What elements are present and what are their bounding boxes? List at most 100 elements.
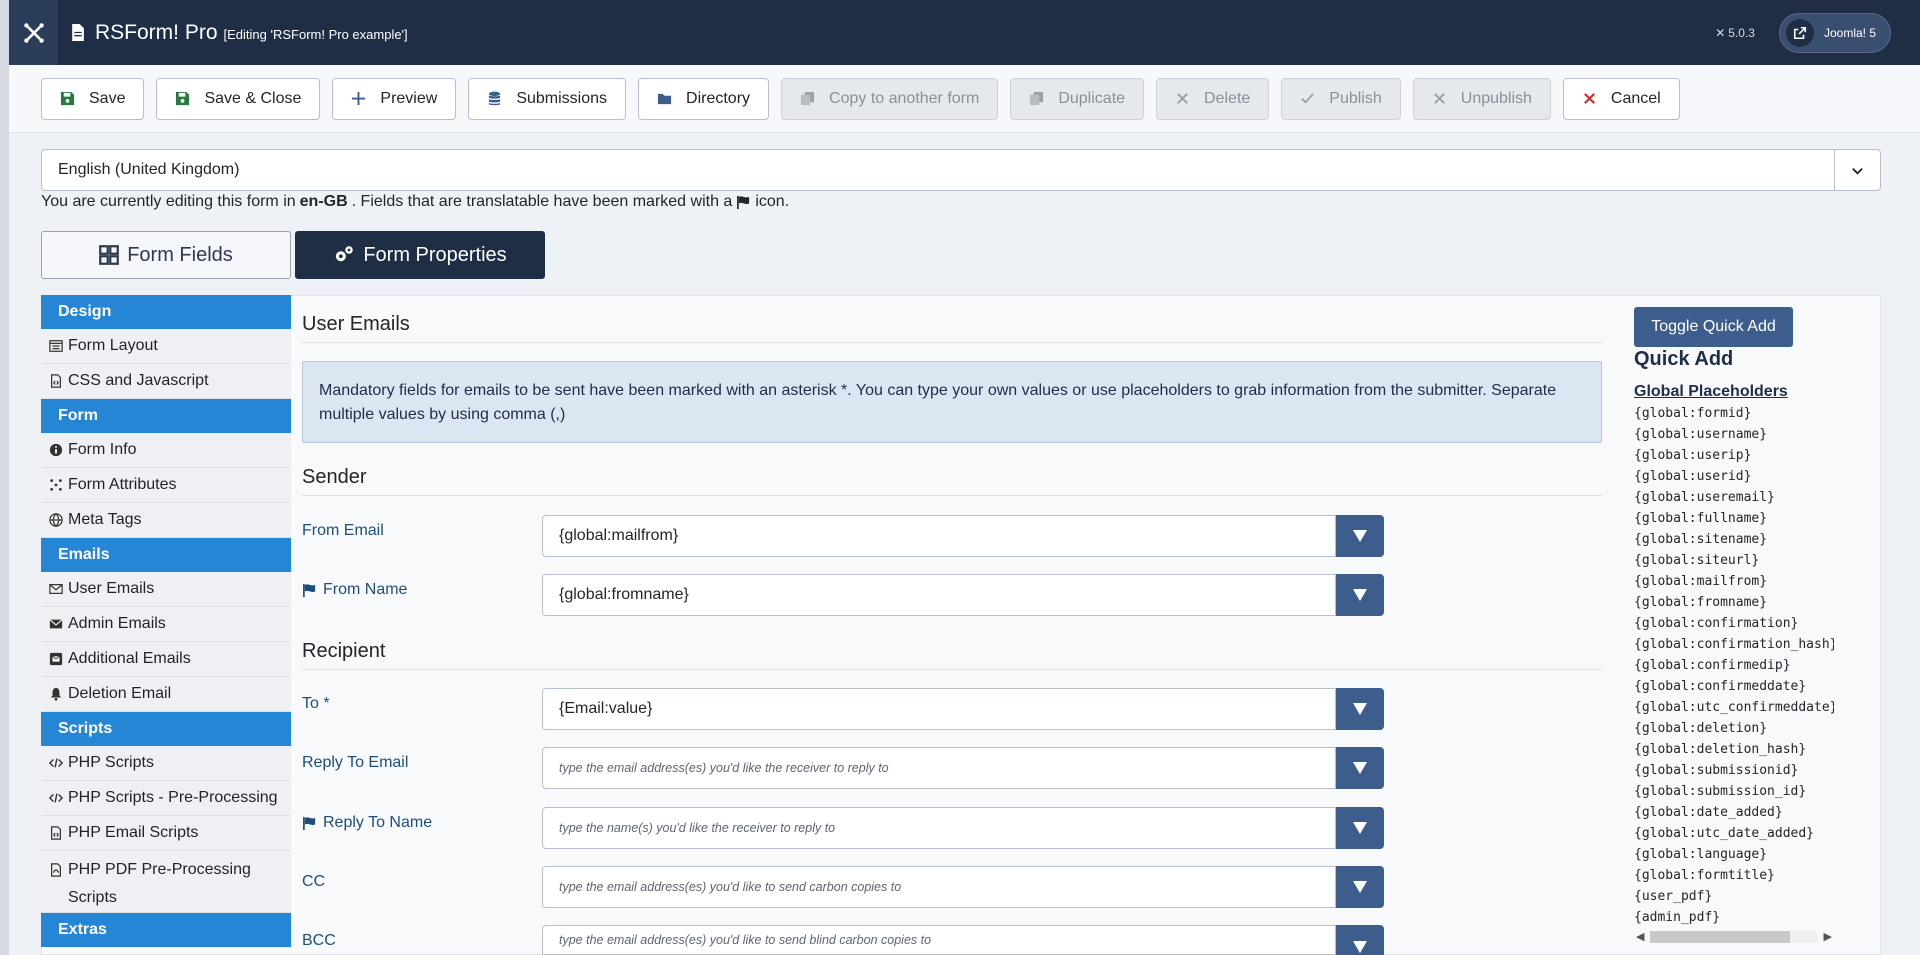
- flag-icon: [737, 195, 750, 209]
- placeholder-item[interactable]: {global:username}: [1634, 424, 1834, 445]
- from-email-placeholder-dropdown[interactable]: [1336, 515, 1384, 557]
- placeholder-item[interactable]: {global:userip}: [1634, 445, 1834, 466]
- sidebar-item-meta-tags[interactable]: Meta Tags: [41, 503, 291, 538]
- placeholder-item[interactable]: {global:userid}: [1634, 466, 1834, 487]
- section-sender: Sender: [302, 466, 367, 488]
- scroll-right-icon[interactable]: ▶: [1824, 930, 1832, 943]
- copy-form-button[interactable]: Copy to another form: [781, 77, 999, 120]
- from-email-label: From Email: [302, 522, 384, 539]
- joomla-logo-icon[interactable]: [9, 0, 58, 65]
- placeholder-list-scrollbar[interactable]: ◀ ▶: [1634, 928, 1834, 946]
- placeholder-item[interactable]: {global:sitename}: [1634, 529, 1834, 550]
- flag-icon: [303, 583, 316, 597]
- placeholder-item[interactable]: {global:submissionid}: [1634, 760, 1834, 781]
- placeholder-item[interactable]: {global:fromname}: [1634, 592, 1834, 613]
- sidebar-item-user-emails[interactable]: User Emails: [41, 572, 291, 607]
- global-placeholders-heading[interactable]: Global Placeholders: [1634, 383, 1788, 401]
- placeholder-item[interactable]: {global:utc_confirmeddate}: [1634, 697, 1834, 718]
- sidebar-item-form-info[interactable]: Form Info: [41, 433, 291, 468]
- placeholder-list: {global:formid} {global:username} {global:…: [1634, 403, 1834, 928]
- external-link-icon: [1785, 18, 1814, 47]
- envelope-square-icon: [49, 652, 63, 666]
- placeholder-item[interactable]: {global:deletion_hash}: [1634, 739, 1834, 760]
- publish-button[interactable]: Publish: [1281, 77, 1401, 120]
- to-placeholder-dropdown[interactable]: [1336, 688, 1384, 730]
- cogs-icon: [336, 246, 354, 262]
- divider: [302, 669, 1602, 670]
- to-input[interactable]: {Email:value}: [542, 688, 1336, 730]
- sidebar-group-extras: Extras: [41, 913, 291, 947]
- placeholder-item[interactable]: {global:siteurl}: [1634, 550, 1834, 571]
- language-select[interactable]: English (United Kingdom): [41, 149, 1881, 191]
- scroll-left-icon[interactable]: ◀: [1636, 930, 1644, 943]
- from-name-placeholder-dropdown[interactable]: [1336, 574, 1384, 616]
- placeholder-item[interactable]: {global:confirmedip}: [1634, 655, 1834, 676]
- from-name-input[interactable]: {global:fromname}: [542, 574, 1336, 616]
- page-title: User Emails: [302, 313, 410, 335]
- sidebar-item-php-pdf[interactable]: PHP PDF Pre-Processing Scripts: [41, 851, 291, 913]
- placeholder-item[interactable]: {user_pdf}: [1634, 886, 1834, 907]
- sidebar-item-php-scripts[interactable]: PHP Scripts: [41, 746, 291, 781]
- placeholder-item[interactable]: {global:useremail}: [1634, 487, 1834, 508]
- sidebar-item-css-js[interactable]: CSS and Javascript: [41, 364, 291, 399]
- save-icon: [176, 91, 190, 106]
- reply-to-name-input[interactable]: type the name(s) you'd like the receiver…: [542, 807, 1336, 849]
- placeholder-item[interactable]: {global:confirmation_hash}: [1634, 634, 1834, 655]
- delete-button[interactable]: Delete: [1156, 77, 1270, 120]
- duplicate-button[interactable]: Duplicate: [1010, 77, 1145, 120]
- reply-to-email-placeholder-dropdown[interactable]: [1336, 747, 1384, 789]
- caret-down-icon: [1353, 589, 1367, 601]
- file-pdf-icon: [51, 863, 61, 877]
- preview-button[interactable]: Preview: [332, 77, 457, 120]
- sidebar-item-form-layout[interactable]: Form Layout: [41, 329, 291, 364]
- close-icon: [1177, 93, 1188, 104]
- cc-input[interactable]: type the email address(es) you'd like to…: [542, 866, 1336, 908]
- sidebar-item-form-attributes[interactable]: Form Attributes: [41, 468, 291, 503]
- joomla-site-button[interactable]: Joomla! 5: [1778, 12, 1891, 53]
- close-icon: [1433, 93, 1445, 104]
- reply-to-email-label: Reply To Email: [302, 754, 409, 771]
- save-close-button[interactable]: Save & Close: [156, 77, 321, 120]
- sidebar-item-deletion-email[interactable]: Deletion Email: [41, 677, 291, 712]
- tab-form-fields[interactable]: Form Fields: [41, 231, 291, 279]
- save-button[interactable]: Save: [41, 77, 145, 120]
- sidebar-group-form: Form: [41, 399, 291, 433]
- placeholder-item[interactable]: {admin_pdf}: [1634, 907, 1834, 928]
- unpublish-button[interactable]: Unpublish: [1412, 77, 1551, 120]
- placeholder-item[interactable]: {global:fullname}: [1634, 508, 1834, 529]
- envelope-icon: [49, 619, 63, 629]
- cancel-button[interactable]: Cancel: [1562, 77, 1680, 120]
- reply-to-name-placeholder-dropdown[interactable]: [1336, 807, 1384, 849]
- bcc-input[interactable]: type the email address(es) you'd like to…: [542, 925, 1336, 955]
- placeholder-item[interactable]: {global:deletion}: [1634, 718, 1834, 739]
- sidebar-item-additional-emails[interactable]: Additional Emails: [41, 642, 291, 677]
- reply-to-email-input[interactable]: type the email address(es) you'd like th…: [542, 747, 1336, 789]
- scrollbar-thumb[interactable]: [1650, 931, 1790, 943]
- placeholder-item[interactable]: {global:submission_id}: [1634, 781, 1834, 802]
- app-header: RSForm! Pro [Editing 'RSForm! Pro exampl…: [9, 0, 1920, 65]
- tab-form-properties[interactable]: Form Properties: [295, 231, 545, 279]
- bcc-placeholder-dropdown[interactable]: [1336, 925, 1384, 955]
- quick-add-title: Quick Add: [1634, 348, 1734, 370]
- placeholder-item[interactable]: {global:utc_date_added}: [1634, 823, 1834, 844]
- placeholder-item[interactable]: {global:language}: [1634, 844, 1834, 865]
- bcc-label: BCC: [302, 932, 336, 949]
- toggle-quick-add-button[interactable]: Toggle Quick Add: [1634, 307, 1793, 347]
- placeholder-item[interactable]: {global:confirmation}: [1634, 613, 1834, 634]
- sidebar-item-php-pre-processing[interactable]: PHP Scripts - Pre-Processing: [41, 781, 291, 816]
- sidebar-item-php-email-scripts[interactable]: PHP Email Scripts: [41, 816, 291, 851]
- placeholder-item[interactable]: {global:mailfrom}: [1634, 571, 1834, 592]
- placeholder-item[interactable]: {global:date_added}: [1634, 802, 1834, 823]
- cc-placeholder-dropdown[interactable]: [1336, 866, 1384, 908]
- chevron-down-icon[interactable]: [1834, 150, 1880, 190]
- info-alert: Mandatory fields for emails to be sent h…: [302, 361, 1602, 443]
- left-edge: [0, 0, 9, 955]
- placeholder-item[interactable]: {global:formtitle}: [1634, 865, 1834, 886]
- directory-button[interactable]: Directory: [638, 77, 770, 120]
- sidebar-item-admin-emails[interactable]: Admin Emails: [41, 607, 291, 642]
- placeholder-item[interactable]: {global:confirmeddate}: [1634, 676, 1834, 697]
- submissions-button[interactable]: Submissions: [468, 77, 627, 120]
- from-email-input[interactable]: {global:mailfrom}: [542, 515, 1336, 557]
- placeholder-item[interactable]: {global:formid}: [1634, 403, 1834, 424]
- sidebar-group-design: Design: [41, 295, 291, 329]
